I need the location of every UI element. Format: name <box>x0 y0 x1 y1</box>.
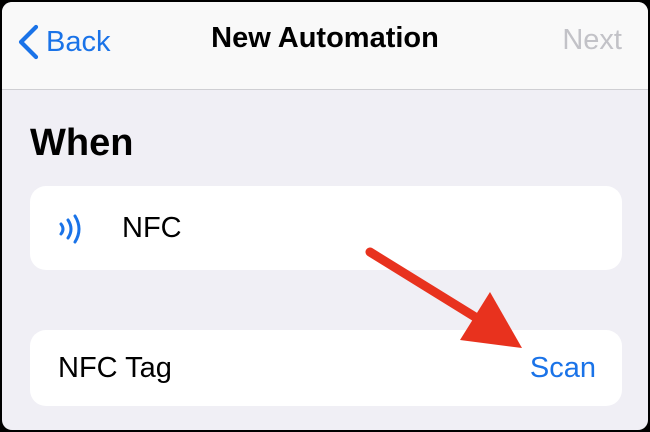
trigger-card-nfc[interactable]: NFC <box>30 186 622 270</box>
nfc-waves-icon <box>59 214 81 244</box>
next-button[interactable]: Next <box>562 24 622 57</box>
scan-button[interactable]: Scan <box>530 352 596 385</box>
page-title: New Automation <box>211 22 439 54</box>
trigger-label: NFC <box>122 212 182 244</box>
section-title: When <box>30 122 134 164</box>
nfc-tag-row: NFC Tag Scan <box>30 330 622 406</box>
screen: Back New Automation Next When NFC NFC Ta… <box>2 2 648 430</box>
navigation-bar: Back New Automation Next <box>2 2 648 90</box>
nfc-tag-label: NFC Tag <box>58 352 172 384</box>
